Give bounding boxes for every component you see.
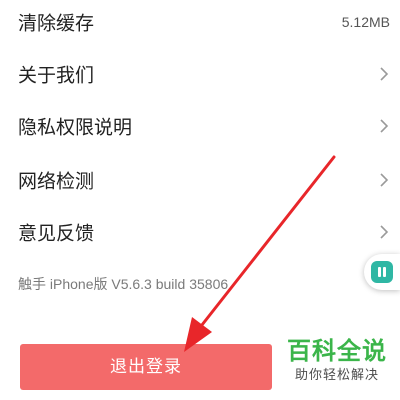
feedback-row[interactable]: 意见反馈 (0, 206, 400, 258)
pause-icon (371, 261, 393, 283)
watermark-subtitle: 助你轻松解决 (294, 368, 379, 383)
floating-tab[interactable] (364, 254, 400, 290)
feedback-label: 意见反馈 (18, 222, 95, 245)
chevron-right-icon (380, 119, 389, 133)
network-check-row[interactable]: 网络检测 (0, 154, 400, 206)
network-check-label: 网络检测 (18, 170, 95, 193)
about-us-row[interactable]: 关于我们 (0, 48, 400, 100)
cache-size-value: 5.12MB (341, 14, 390, 30)
privacy-permission-row[interactable]: 隐私权限说明 (0, 100, 400, 152)
clear-cache-row[interactable]: 清除缓存 5.12MB (0, 0, 400, 48)
settings-screen: 清除缓存 5.12MB 关于我们 隐私权限说明 网络检测 意见反馈 触手 iPh… (0, 0, 400, 400)
watermark-title: 百科全说 (287, 337, 387, 365)
app-version-text: 触手 iPhone版 V5.6.3 build 35806 (18, 276, 229, 292)
logout-button[interactable]: 退出登录 (20, 344, 272, 390)
privacy-permission-label: 隐私权限说明 (18, 116, 133, 139)
chevron-right-icon (380, 225, 389, 239)
chevron-right-icon (380, 173, 389, 187)
about-us-label: 关于我们 (18, 64, 95, 87)
clear-cache-label: 清除缓存 (18, 12, 95, 35)
chevron-right-icon (380, 67, 389, 81)
watermark-logo: 百科全说 助你轻松解决 (278, 336, 396, 396)
